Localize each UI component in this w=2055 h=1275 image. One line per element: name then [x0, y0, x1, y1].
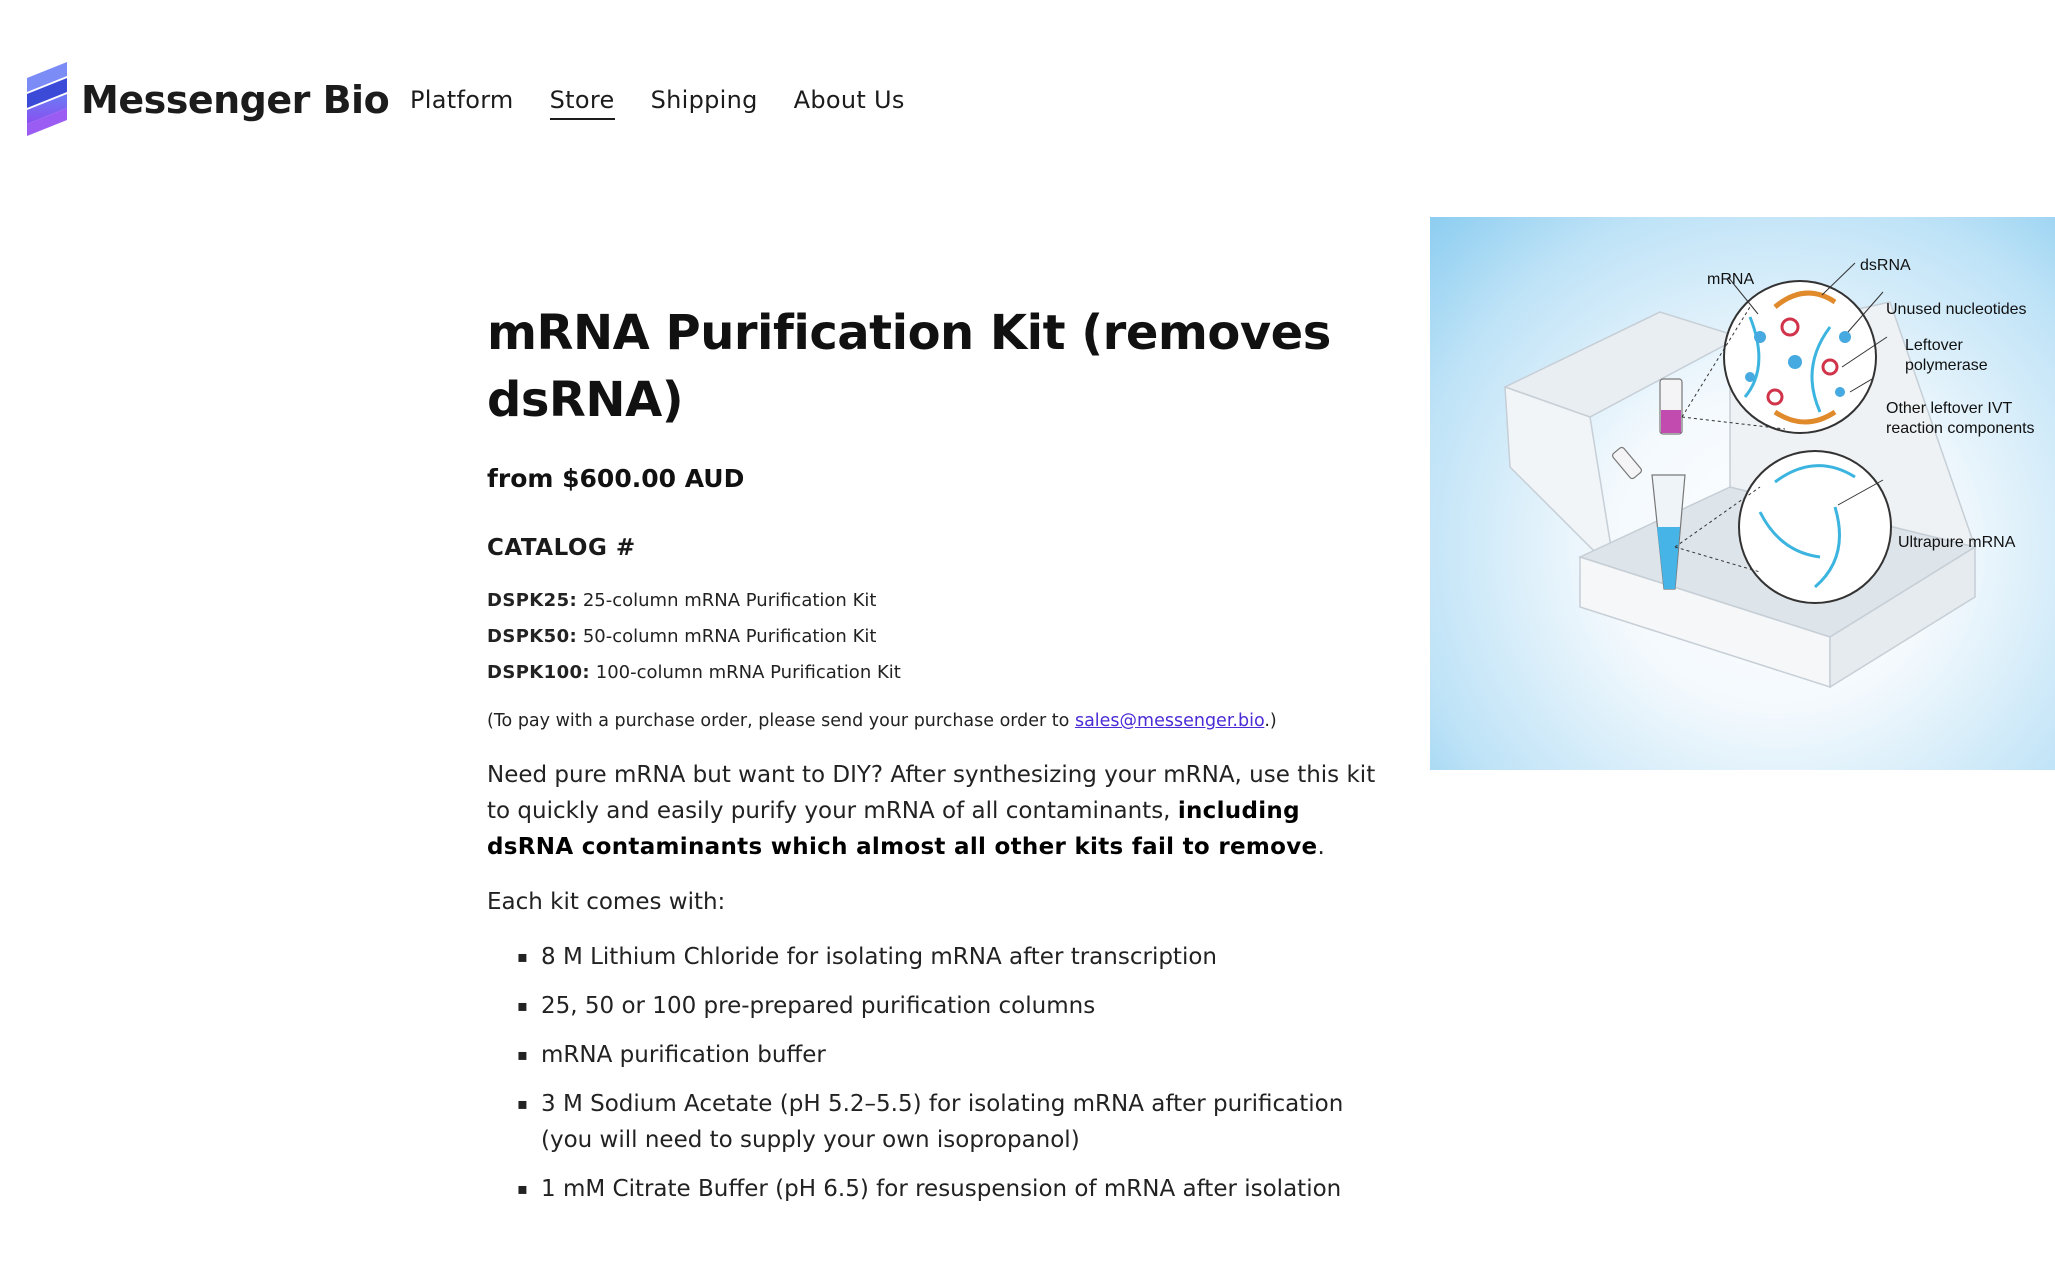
catalog-code: DSPK50: [487, 626, 578, 647]
label-leftover-polymerase-2: polymerase [1905, 357, 1988, 374]
po-note-end: .) [1264, 711, 1277, 731]
label-dsrna: dsRNA [1860, 257, 1911, 274]
main-navigation: Platform Store Shipping About Us [410, 86, 941, 120]
catalog-code: DSPK25: [487, 590, 578, 611]
kit-illustration: mRNA dsRNA Unused nucleotides Leftover p… [1503, 257, 2035, 689]
product-image[interactable]: mRNA dsRNA Unused nucleotides Leftover p… [1430, 217, 2055, 770]
label-other-leftover-2: reaction components [1886, 420, 2035, 437]
label-ultrapure-mrna: Ultrapure mRNA [1898, 534, 2016, 551]
logo-icon [27, 62, 67, 136]
kit-contents-list: 8 M Lithium Chloride for isolating mRNA … [517, 939, 1387, 1207]
intro-end: . [1317, 834, 1325, 860]
list-item: 8 M Lithium Chloride for isolating mRNA … [517, 939, 1387, 975]
label-other-leftover-1: Other leftover IVT [1886, 400, 2012, 417]
nav-shipping[interactable]: Shipping [651, 86, 758, 120]
list-item: 25, 50 or 100 pre-prepared purification … [517, 988, 1387, 1024]
label-leftover-polymerase-1: Leftover [1905, 337, 1963, 354]
label-mrna: mRNA [1707, 271, 1754, 288]
catalog-row: DSPK50: 50-column mRNA Purification Kit [487, 619, 1387, 655]
list-item: 1 mM Citrate Buffer (pH 6.5) for resuspe… [517, 1171, 1387, 1207]
catalog-row: DSPK100: 100-column mRNA Purification Ki… [487, 655, 1387, 691]
product-intro: Need pure mRNA but want to DIY? After sy… [487, 757, 1387, 865]
sales-email-link[interactable]: sales@messenger.bio [1075, 711, 1264, 731]
po-note-text: (To pay with a purchase order, please se… [487, 711, 1075, 731]
nav-platform[interactable]: Platform [410, 86, 514, 120]
label-unused-nucleotides: Unused nucleotides [1886, 301, 2027, 318]
product-price: from $600.00 AUD [487, 464, 745, 493]
nav-about-us[interactable]: About Us [794, 86, 905, 120]
product-title: mRNA Purification Kit (removes dsRNA) [487, 305, 1331, 428]
catalog-description: 100-column mRNA Purification Kit [595, 662, 901, 683]
catalog-heading: CATALOG # [487, 535, 636, 561]
kit-contents-heading: Each kit comes with: [487, 889, 726, 915]
catalog-row: DSPK25: 25-column mRNA Purification Kit [487, 583, 1387, 619]
site-logo[interactable]: Messenger Bio [27, 62, 390, 138]
catalog-description: 25-column mRNA Purification Kit [582, 590, 877, 611]
brand-name: Messenger Bio [81, 78, 390, 122]
list-item: 3 M Sodium Acetate (pH 5.2–5.5) for isol… [517, 1086, 1387, 1158]
catalog-code: DSPK100: [487, 662, 591, 683]
nav-store[interactable]: Store [549, 86, 615, 120]
list-item: mRNA purification buffer [517, 1037, 1387, 1073]
product-details: mRNA Purification Kit (removes dsRNA) fr… [487, 300, 1387, 1220]
catalog-list: DSPK25: 25-column mRNA Purification Kit … [487, 583, 1387, 691]
catalog-description: 50-column mRNA Purification Kit [582, 626, 877, 647]
purchase-order-note: (To pay with a purchase order, please se… [487, 711, 1387, 731]
